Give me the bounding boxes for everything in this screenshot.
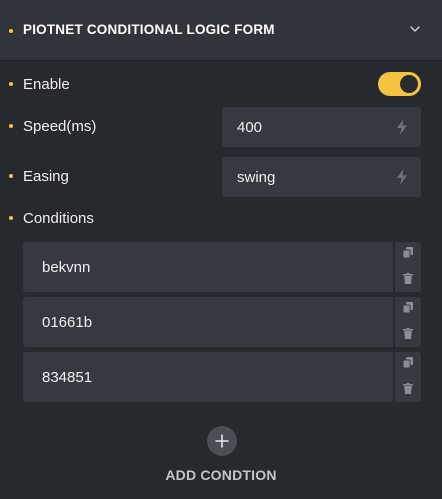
speed-value: 400 (237, 119, 263, 136)
speed-label: Speed(ms) (23, 118, 97, 135)
toggle-knob (400, 75, 418, 93)
easing-value: swing (237, 169, 276, 186)
bullet-dot (9, 216, 13, 220)
add-condition-button[interactable] (207, 426, 237, 456)
bullet-dot (9, 124, 13, 128)
condition-value: 01661b (42, 314, 93, 331)
enable-toggle[interactable] (378, 72, 421, 96)
bolt-icon[interactable] (396, 169, 408, 185)
copy-icon[interactable] (403, 247, 413, 258)
condition-actions (395, 352, 421, 402)
bullet-dot (9, 174, 13, 178)
trash-icon[interactable] (403, 328, 413, 339)
conditions-label: Conditions (23, 210, 94, 227)
copy-icon[interactable] (403, 302, 413, 313)
add-condition-label[interactable]: ADD CONDTION (0, 467, 442, 483)
easing-label: Easing (23, 168, 69, 185)
condition-value: 834851 (42, 369, 93, 386)
trash-icon[interactable] (403, 383, 413, 394)
bullet-dot (9, 29, 13, 33)
condition-item[interactable]: 834851 (23, 352, 393, 402)
condition-actions (395, 297, 421, 347)
chevron-down-icon[interactable] (408, 22, 422, 36)
bolt-icon[interactable] (396, 119, 408, 135)
plus-icon (215, 434, 229, 448)
panel-header[interactable]: PIOTNET CONDITIONAL LOGIC FORM (0, 0, 442, 61)
condition-actions (395, 242, 421, 292)
condition-item[interactable]: bekvnn (23, 242, 393, 292)
trash-icon[interactable] (403, 273, 413, 284)
speed-input[interactable]: 400 (222, 107, 421, 147)
enable-label: Enable (23, 76, 70, 93)
bullet-dot (9, 82, 13, 86)
condition-value: bekvnn (42, 259, 91, 276)
copy-icon[interactable] (403, 357, 413, 368)
panel-title: PIOTNET CONDITIONAL LOGIC FORM (23, 22, 275, 37)
easing-input[interactable]: swing (222, 157, 421, 197)
condition-item[interactable]: 01661b (23, 297, 393, 347)
